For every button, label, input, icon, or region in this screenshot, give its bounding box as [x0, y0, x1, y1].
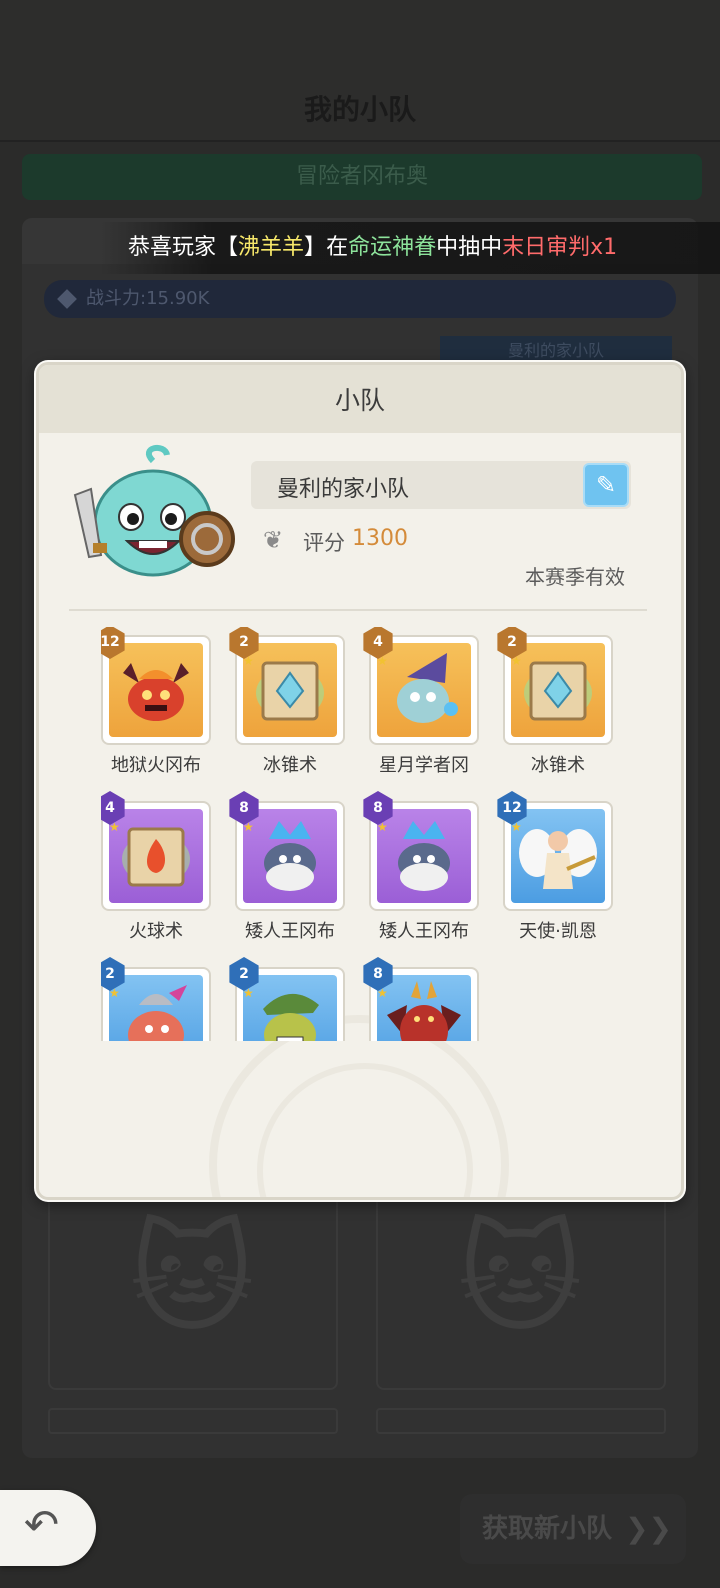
member-name: 地狱火冈布 [111, 755, 201, 776]
pencil-icon: ✎ [595, 471, 617, 499]
star-icon: ★ [243, 820, 254, 834]
get-new-team-button[interactable]: 获取新小队 ❯❯ [460, 1494, 686, 1564]
broadcast-item: 末日审判x1 [502, 235, 618, 260]
broadcast-bracket: 【 [216, 235, 239, 260]
broadcast-word: 中抽中 [436, 235, 503, 260]
star-icon: ★ [511, 654, 522, 668]
broadcast-prefix: 恭喜玩家 [128, 235, 217, 260]
watermark-emblem [209, 1015, 509, 1197]
star-icon: ★ [377, 654, 388, 668]
page-title: 我的小队 [303, 93, 416, 126]
lotus-icon: ❦ [263, 526, 284, 554]
ice-scroll-icon [256, 661, 324, 721]
dwarf-king-icon [398, 821, 450, 891]
edit-name-button[interactable]: ✎ [583, 463, 629, 507]
star-icon: ★ [243, 986, 254, 1000]
star-icon: ★ [109, 986, 120, 1000]
star-icon: ★ [511, 820, 522, 834]
member-name: 星月学者冈 [379, 755, 469, 776]
star-icon: ★ [243, 654, 254, 668]
adventurer-tab[interactable]: 冒险者冈布奥 [22, 154, 702, 200]
star-icon: ★ [377, 986, 388, 1000]
slot-strip [48, 1408, 338, 1434]
broadcast-pool: 命运神眷 [348, 235, 437, 260]
member-grid: 12 地狱火冈布 2 ★ 冰锥术 4 ★ 星月学者冈 2 ★ 冰锥术 4 ★ 火… [101, 627, 641, 1041]
ice-scroll-icon [524, 661, 592, 721]
member-name: 矮人王冈布 [245, 921, 335, 942]
goblin-ranger-icon [263, 993, 319, 1041]
star-icon: ★ [377, 820, 388, 834]
combat-power: 战斗力:15.90K [44, 280, 676, 318]
back-arrow-icon: ↶ [24, 1500, 60, 1549]
member-name: 冰锥术 [531, 755, 585, 776]
fire-scroll-icon [122, 827, 190, 887]
broadcast-text: 恭喜玩家【沸羊羊】在命运神眷中抽中末日审判x1 [128, 230, 617, 266]
member-name: 火球术 [129, 921, 183, 942]
team-avatar [73, 444, 235, 577]
box-cat-icon: 🐱 [129, 1210, 255, 1349]
member-name: 矮人王冈布 [379, 921, 469, 942]
member-name: 天使·凯恩 [519, 921, 597, 942]
double-chevron-icon: ❯❯ [625, 1512, 672, 1545]
wizard-slime-icon [397, 653, 458, 723]
star-icon: ★ [109, 820, 120, 834]
back-button[interactable]: ↶ [0, 1490, 96, 1566]
broadcast-player: 沸羊羊 [238, 235, 305, 260]
divider [69, 609, 647, 611]
hellfire-slime-icon [123, 663, 189, 721]
score-value: 1300 [352, 526, 408, 551]
member-name: 冰锥术 [263, 755, 317, 776]
knight-slime-icon [128, 985, 187, 1041]
slot-strip [376, 1408, 666, 1434]
score-label: 评分 [303, 531, 345, 555]
team-name-value: 曼利的家小队 [277, 477, 410, 502]
get-new-team-label: 获取新小队 [482, 1514, 613, 1544]
broadcast-word: 在 [326, 235, 349, 260]
season-note: 本赛季有效 [525, 565, 625, 589]
box-cat-icon: 🐱 [457, 1210, 583, 1349]
broadcast-bracket: 】 [304, 235, 327, 260]
angel-icon [519, 829, 597, 889]
team-modal: 小队 曼利的家小队 ✎ ❦ 评分 1300 本赛季有效 12 地狱火冈布 2 ★… [36, 362, 684, 1200]
team-name-field[interactable]: 曼利的家小队 [251, 461, 631, 509]
demon-icon [387, 981, 461, 1041]
modal-title: 小队 [334, 386, 385, 415]
dwarf-king-icon [264, 821, 316, 891]
